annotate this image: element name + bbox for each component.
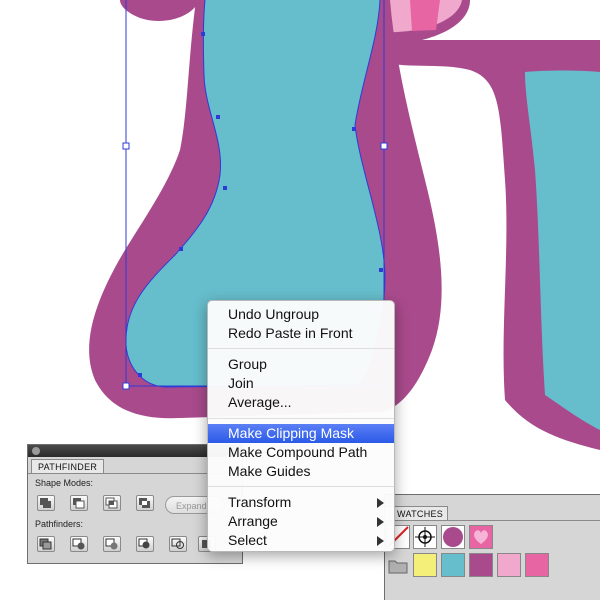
merge-icon	[105, 538, 118, 550]
intersect-button[interactable]	[103, 495, 121, 511]
purple-swatch-2[interactable]	[469, 553, 493, 577]
close-icon[interactable]	[32, 447, 40, 455]
trim-icon	[72, 538, 85, 550]
submenu-arrow-icon	[377, 536, 384, 546]
menu-item-join[interactable]: Join	[208, 374, 394, 393]
submenu-arrow-icon	[377, 498, 384, 508]
minus-front-icon	[73, 498, 85, 509]
menu-item-make-clipping-mask[interactable]: Make Clipping Mask	[208, 424, 394, 443]
divide-button[interactable]	[37, 536, 55, 552]
menu-item-select[interactable]: Select	[208, 531, 394, 550]
outline-icon	[171, 538, 184, 549]
menu-separator	[208, 418, 394, 419]
menu-item-label: Transform	[228, 494, 292, 510]
menu-item-undo-ungroup[interactable]: Undo Ungroup	[208, 305, 394, 324]
submenu-arrow-icon	[377, 517, 384, 527]
minus-front-button[interactable]	[70, 495, 88, 511]
pink-heart-swatch[interactable]	[469, 525, 493, 549]
pink-swatch[interactable]	[525, 553, 549, 577]
shape-modes-label: Shape Modes:	[35, 478, 94, 488]
unite-button[interactable]	[37, 495, 55, 511]
purple-swatch[interactable]	[441, 525, 465, 549]
menu-item-redo-paste-in-front[interactable]: Redo Paste in Front	[208, 324, 394, 343]
pathfinders-label: Pathfinders:	[35, 519, 84, 529]
trim-button[interactable]	[70, 536, 88, 552]
menu-item-label: Arrange	[228, 513, 278, 529]
menu-item-label: Select	[228, 532, 267, 548]
menu-item-group[interactable]: Group	[208, 355, 394, 374]
registration-swatch-icon[interactable]	[413, 525, 437, 549]
divide-icon	[39, 538, 52, 550]
intersect-icon	[105, 497, 118, 509]
folder-icon[interactable]	[386, 553, 410, 577]
menu-separator	[208, 348, 394, 349]
yellow-swatch[interactable]	[413, 553, 437, 577]
swatches-panel: WATCHES	[384, 494, 600, 600]
unite-icon	[40, 498, 51, 508]
light-pink-swatch[interactable]	[497, 553, 521, 577]
crop-icon	[138, 538, 150, 549]
exclude-icon	[139, 498, 150, 508]
menu-item-arrange[interactable]: Arrange	[208, 512, 394, 531]
merge-button[interactable]	[103, 536, 121, 552]
crop-button[interactable]	[136, 536, 154, 552]
context-menu: Undo Ungroup Redo Paste in Front Group J…	[207, 300, 395, 552]
tab-pathfinder[interactable]: PATHFINDER	[31, 459, 105, 474]
menu-item-average[interactable]: Average...	[208, 393, 394, 412]
outline-button[interactable]	[169, 536, 187, 552]
menu-item-make-guides[interactable]: Make Guides	[208, 462, 394, 481]
menu-item-make-compound-path[interactable]: Make Compound Path	[208, 443, 394, 462]
menu-item-transform[interactable]: Transform	[208, 493, 394, 512]
tab-divider	[385, 520, 600, 521]
exclude-button[interactable]	[136, 495, 154, 511]
teal-swatch[interactable]	[441, 553, 465, 577]
menu-separator	[208, 486, 394, 487]
